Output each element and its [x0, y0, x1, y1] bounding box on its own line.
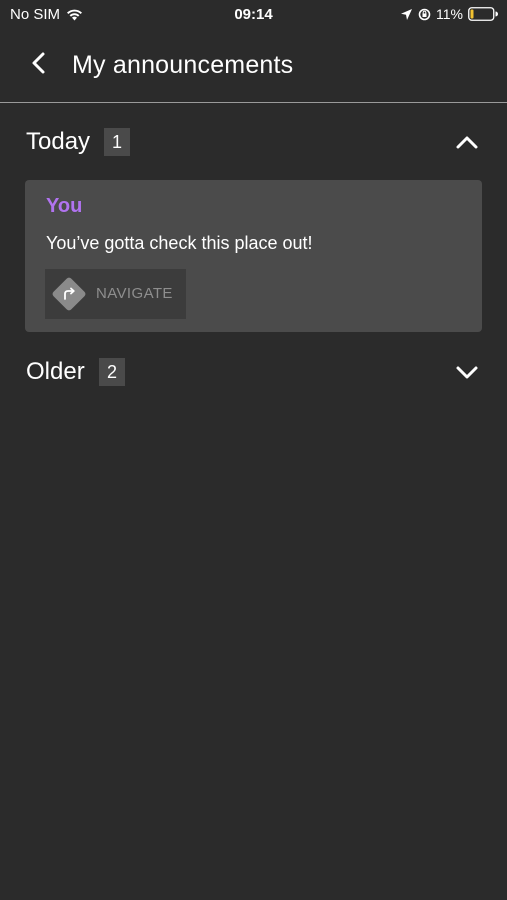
status-bar: No SIM 09:14 11% [0, 0, 507, 30]
section-title: Older [26, 358, 85, 385]
battery-percent: 11% [436, 6, 463, 22]
directions-icon [50, 275, 88, 313]
section-header-older[interactable]: Older 2 [0, 352, 507, 392]
location-icon [400, 8, 413, 21]
chevron-down-icon[interactable] [455, 360, 479, 384]
announcement-message: You’ve gotta check this place out! [46, 233, 313, 253]
navigate-button[interactable]: NAVIGATE [45, 269, 186, 319]
announcement-author: You [46, 195, 83, 217]
chevron-up-icon[interactable] [455, 130, 479, 154]
battery-icon [468, 7, 498, 21]
chevron-left-icon [29, 51, 49, 80]
section-header-today[interactable]: Today 1 [0, 122, 507, 162]
page-title: My announcements [72, 51, 294, 79]
count-badge: 2 [99, 358, 125, 386]
count-badge: 1 [104, 128, 130, 156]
back-button[interactable] [24, 50, 54, 80]
navigate-label: NAVIGATE [96, 285, 173, 302]
section-title: Today [26, 128, 91, 155]
app-header: My announcements [0, 36, 507, 103]
status-right: 11% [400, 6, 498, 22]
announcement-card: You You’ve gotta check this place out! N… [25, 180, 482, 332]
orientation-lock-icon [418, 8, 431, 21]
